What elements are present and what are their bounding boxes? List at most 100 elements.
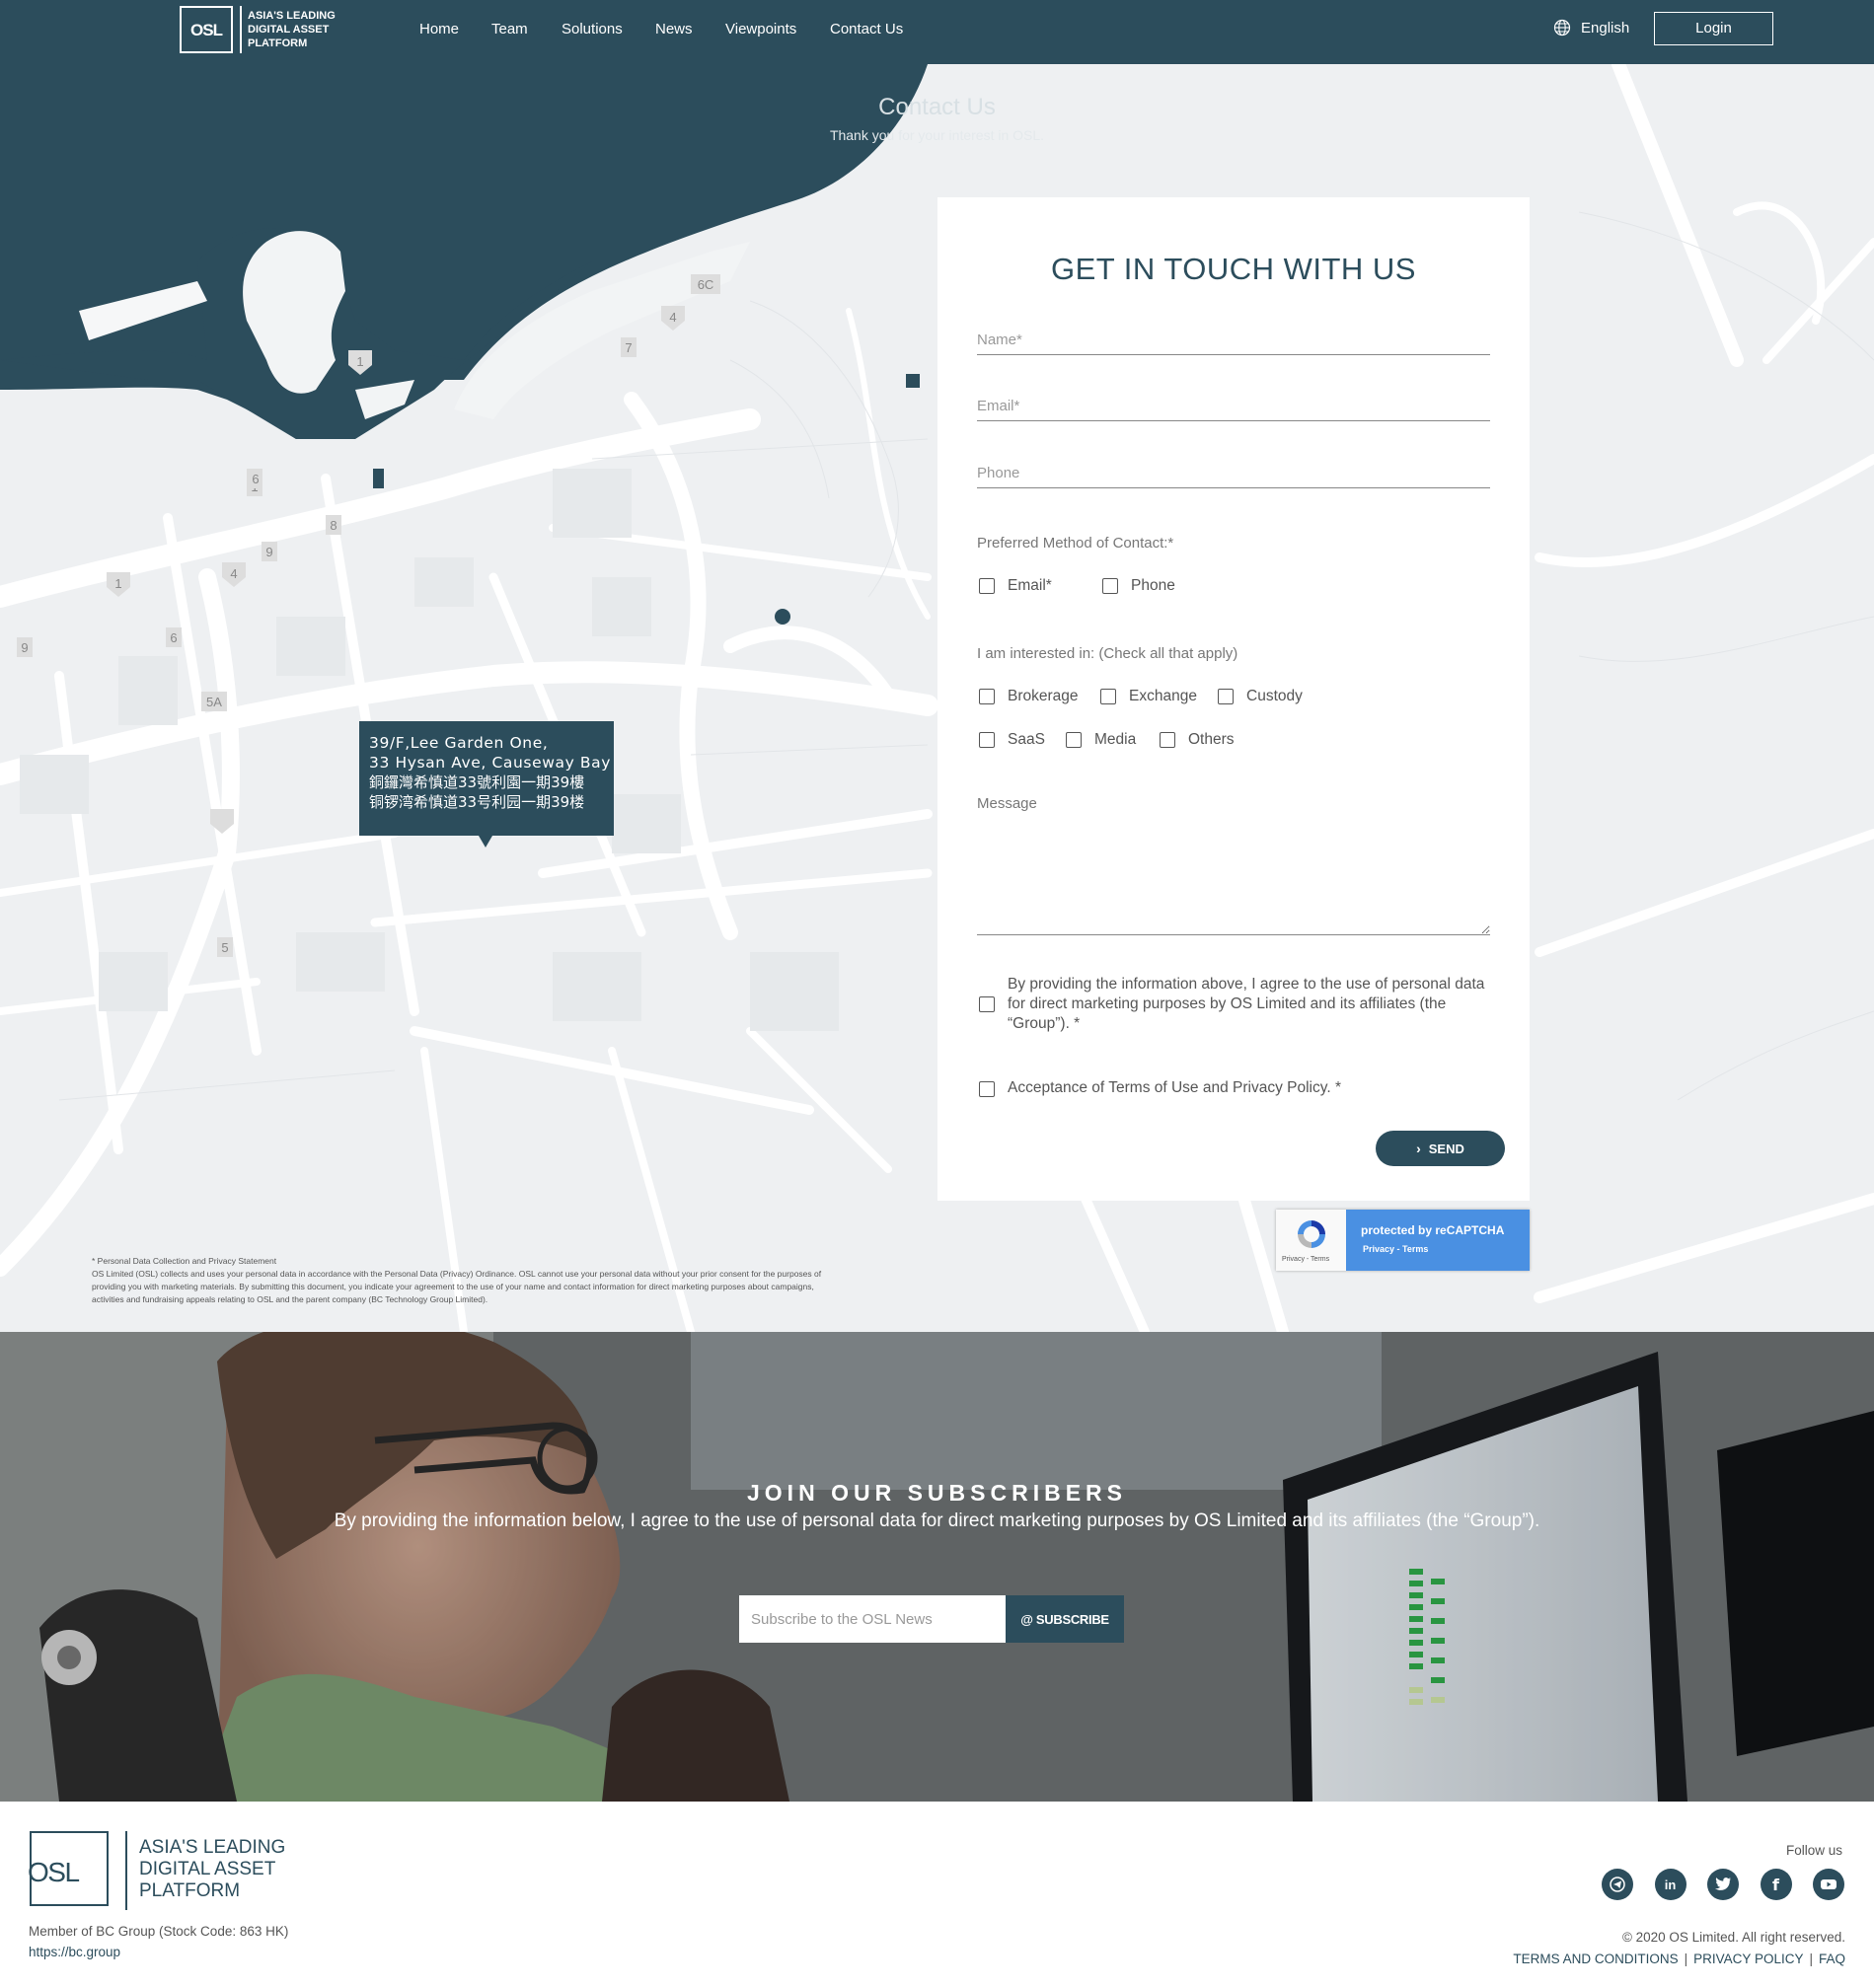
logo-divider: [240, 6, 242, 53]
faq-link[interactable]: FAQ: [1819, 1951, 1845, 1966]
svg-text:5: 5: [221, 940, 228, 955]
method-phone-checkbox[interactable]: Phone: [1102, 577, 1175, 595]
recaptcha-links[interactable]: Privacy - Terms: [1363, 1244, 1428, 1254]
route-label: 8: [326, 515, 341, 535]
interest-exchange-checkbox[interactable]: Exchange: [1100, 688, 1197, 705]
nav-team[interactable]: Team: [491, 21, 528, 37]
checkbox-label: Brokerage: [1008, 688, 1079, 704]
nav-viewpoints[interactable]: Viewpoints: [725, 21, 796, 37]
bc-group-link[interactable]: https://bc.group: [29, 1945, 120, 1959]
route-label: 9: [262, 542, 277, 561]
interest-brokerage-checkbox[interactable]: Brokerage: [979, 688, 1079, 705]
checkbox-box[interactable]: [1218, 689, 1234, 704]
telegram-icon[interactable]: [1602, 1869, 1633, 1900]
terms-acceptance-checkbox[interactable]: [979, 1081, 995, 1097]
nav-solutions[interactable]: Solutions: [562, 21, 623, 37]
facebook-icon[interactable]: f: [1760, 1869, 1792, 1900]
method-email-checkbox[interactable]: Email*: [979, 577, 1052, 595]
nav-news[interactable]: News: [655, 21, 693, 37]
checkbox-label: SaaS: [1008, 731, 1045, 748]
disclaimer-heading: * Personal Data Collection and Privacy S…: [92, 1256, 277, 1266]
checkbox-label: Media: [1094, 731, 1137, 748]
checkbox-label: Exchange: [1129, 688, 1197, 704]
interest-label: I am interested in: (Check all that appl…: [977, 645, 1238, 662]
twitter-icon[interactable]: [1707, 1869, 1739, 1900]
svg-text:6: 6: [252, 472, 259, 486]
recaptcha-small-links[interactable]: Privacy - Terms: [1282, 1256, 1329, 1263]
subscribe-button[interactable]: @ SUBSCRIBE: [1006, 1595, 1124, 1643]
privacy-link[interactable]: PRIVACY POLICY: [1693, 1951, 1803, 1966]
marketing-consent-text: By providing the information above, I ag…: [1008, 976, 1485, 1032]
logo-tagline-line: ASIA'S LEADING: [248, 10, 336, 22]
message-textarea[interactable]: [977, 794, 1490, 935]
recaptcha-logo-panel: Privacy - Terms: [1276, 1210, 1346, 1271]
privacy-disclaimer: * Personal Data Collection and Privacy S…: [92, 1255, 842, 1306]
svg-text:1: 1: [114, 576, 121, 591]
footer-tagline-line: ASIA'S LEADING: [139, 1837, 286, 1858]
terms-acceptance-text: Acceptance of Terms of Use and Privacy P…: [1008, 1079, 1341, 1096]
route-label: 6C: [691, 274, 720, 294]
checkbox-label: Phone: [1131, 577, 1175, 594]
address-line: 33 Hysan Ave, Causeway Bay: [369, 754, 611, 772]
checkbox-box[interactable]: [979, 578, 995, 594]
subscribe-email-input[interactable]: [739, 1595, 1006, 1643]
checkbox-box[interactable]: [1100, 689, 1116, 704]
language-selector[interactable]: English: [1553, 19, 1629, 37]
checkbox-box[interactable]: [1102, 578, 1118, 594]
svg-text:4: 4: [230, 566, 237, 581]
contact-method-label: Preferred Method of Contact:*: [977, 535, 1174, 552]
recaptcha-title: protected by reCAPTCHA: [1361, 1223, 1505, 1237]
subscribe-consent-text: By providing the information below, I ag…: [334, 1510, 1540, 1531]
name-input[interactable]: [977, 326, 1490, 355]
route-label: 6: [247, 469, 262, 488]
interest-others-checkbox[interactable]: Others: [1160, 731, 1235, 749]
copyright-text: © 2020 OS Limited. All right reserved.: [1621, 1930, 1845, 1945]
interest-custody-checkbox[interactable]: Custody: [1218, 688, 1303, 705]
recaptcha-badge[interactable]: Privacy - Terms protected by reCAPTCHA P…: [1276, 1210, 1530, 1271]
contact-form: GET IN TOUCH WITH US Preferred Method of…: [937, 197, 1530, 1201]
top-navbar: OSL ASIA'S LEADING DIGITAL ASSET PLATFOR…: [0, 0, 1874, 64]
interest-saas-checkbox[interactable]: SaaS: [979, 731, 1045, 749]
disclaimer-body: OS Limited (OSL) collects and uses your …: [92, 1269, 822, 1304]
send-button[interactable]: › SEND: [1376, 1131, 1505, 1166]
footer: OSL ASIA'S LEADING DIGITAL ASSET PLATFOR…: [0, 1802, 1874, 1988]
address-line: 銅鑼灣希慎道33號利園一期39樓: [369, 773, 585, 791]
interest-media-checkbox[interactable]: Media: [1066, 731, 1136, 749]
follow-us-label: Follow us: [1786, 1843, 1843, 1858]
route-label: 6: [166, 627, 182, 647]
recaptcha-icon: [1298, 1220, 1325, 1248]
globe-icon: [1553, 19, 1571, 37]
checkbox-box[interactable]: [1160, 732, 1175, 748]
nav-home[interactable]: Home: [419, 21, 459, 37]
youtube-icon[interactable]: [1813, 1869, 1844, 1900]
svg-text:6C: 6C: [698, 277, 714, 292]
marketing-consent-checkbox[interactable]: [979, 996, 995, 1012]
terms-link[interactable]: TERMS AND CONDITIONS: [1513, 1951, 1678, 1966]
footer-logo-text: OSL: [28, 1857, 80, 1887]
footer-tagline-line: DIGITAL ASSET: [139, 1859, 276, 1879]
phone-input[interactable]: [977, 459, 1490, 488]
logo-text: OSL: [190, 21, 223, 39]
svg-text:9: 9: [265, 545, 272, 559]
email-input[interactable]: [977, 392, 1490, 421]
checkbox-label: Custody: [1246, 688, 1303, 704]
page-subtitle: Thank you for your interest in OSL.: [829, 127, 1045, 143]
checkbox-box[interactable]: [979, 689, 995, 704]
nav-contact-us[interactable]: Contact Us: [830, 21, 903, 37]
login-button[interactable]: Login: [1654, 12, 1773, 45]
footer-logo-tagline: ASIA'S LEADING DIGITAL ASSET PLATFORM: [139, 1837, 317, 1902]
linkedin-icon[interactable]: in: [1654, 1869, 1687, 1900]
svg-text:8: 8: [330, 518, 337, 533]
checkbox-box[interactable]: [1066, 732, 1082, 748]
route-label: 5: [217, 937, 233, 957]
logo-tagline: ASIA'S LEADING DIGITAL ASSET PLATFORM: [248, 9, 356, 50]
footer-logo-divider: [125, 1831, 127, 1910]
form-title: GET IN TOUCH WITH US: [1051, 252, 1416, 286]
svg-text:4: 4: [669, 310, 676, 325]
member-of-text: Member of BC Group (Stock Code: 863 HK): [29, 1924, 289, 1939]
svg-text:7: 7: [625, 340, 632, 355]
checkbox-label: Email*: [1008, 577, 1052, 594]
address-marker[interactable]: 39/F,Lee Garden One, 33 Hysan Ave, Cause…: [359, 721, 614, 847]
page-title: Contact Us: [878, 94, 996, 120]
checkbox-box[interactable]: [979, 732, 995, 748]
